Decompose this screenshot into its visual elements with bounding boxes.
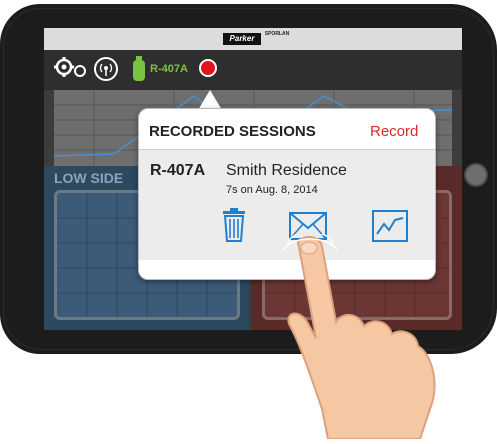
pointing-hand-illustration [280, 231, 470, 444]
wireless-signal-icon[interactable] [94, 57, 118, 81]
gear-icon[interactable] [54, 55, 88, 84]
record-indicator[interactable] [199, 59, 217, 77]
popover-arrow [198, 90, 222, 110]
session-name: Smith Residence [226, 162, 347, 179]
refrigerant-tank-icon [132, 56, 146, 81]
home-button[interactable] [464, 163, 488, 187]
low-side-label: LOW SIDE [54, 170, 124, 186]
sporlan-logo: SPORLAN [264, 31, 290, 37]
session-detail: 7s on Aug. 8, 2014 [226, 184, 318, 196]
refrigerant-label[interactable]: R-407A [150, 63, 188, 75]
trash-icon[interactable] [222, 208, 246, 247]
parker-logo: Parker [223, 33, 261, 45]
brand-bar: Parker SPORLAN [44, 28, 462, 50]
record-button[interactable]: Record [370, 123, 418, 140]
popover-title: RECORDED SESSIONS [149, 123, 316, 140]
session-refrigerant: R-407A [150, 162, 206, 179]
